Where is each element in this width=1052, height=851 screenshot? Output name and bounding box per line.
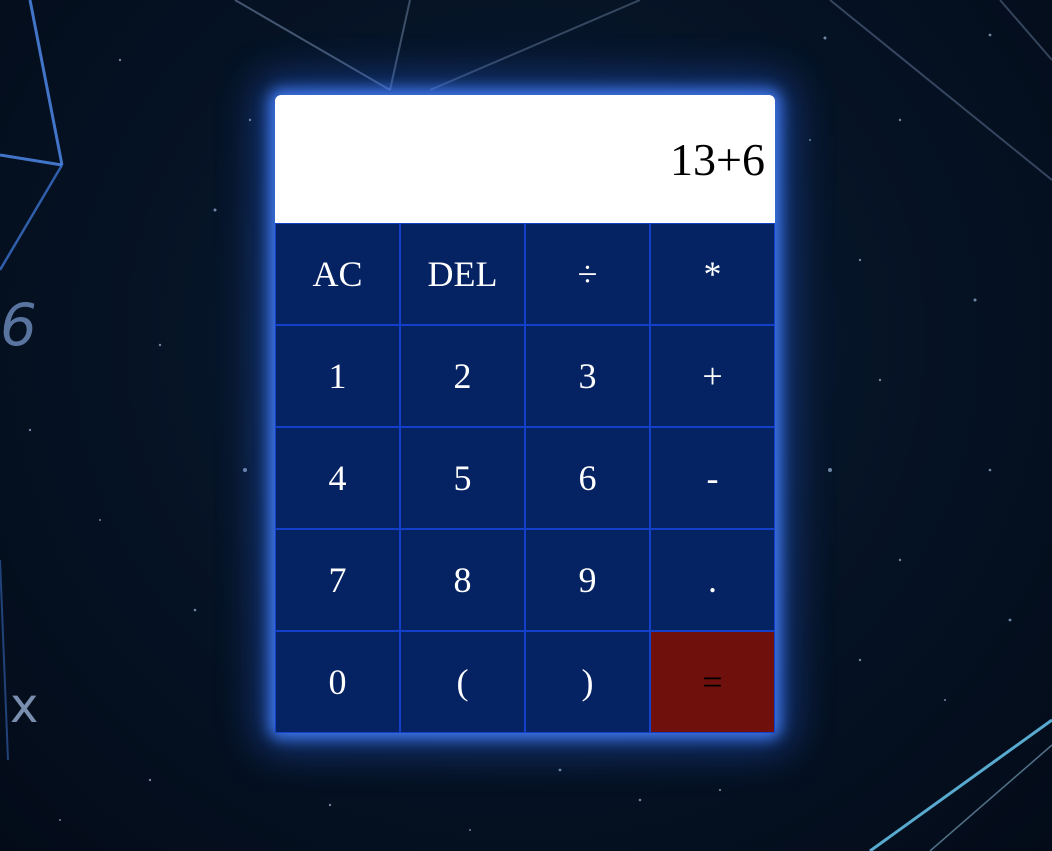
decimal-point-button[interactable]: .	[650, 529, 775, 631]
display-value: 13+6	[670, 133, 765, 185]
calculator-display: 13+6	[275, 95, 775, 223]
digit-5-button[interactable]: 5	[400, 427, 525, 529]
close-parenthesis-button[interactable]: )	[525, 631, 650, 733]
equals-button[interactable]: =	[650, 631, 775, 733]
open-parenthesis-button[interactable]: (	[400, 631, 525, 733]
digit-7-button[interactable]: 7	[275, 529, 400, 631]
calculator: 13+6 AC DEL ÷ * 1 2 3 + 4 5 6 - 7 8 9 . …	[275, 95, 775, 733]
digit-4-button[interactable]: 4	[275, 427, 400, 529]
add-button[interactable]: +	[650, 325, 775, 427]
divide-button[interactable]: ÷	[525, 223, 650, 325]
digit-1-button[interactable]: 1	[275, 325, 400, 427]
all-clear-button[interactable]: AC	[275, 223, 400, 325]
keypad: AC DEL ÷ * 1 2 3 + 4 5 6 - 7 8 9 . 0 ( )…	[275, 223, 775, 733]
delete-button[interactable]: DEL	[400, 223, 525, 325]
subtract-button[interactable]: -	[650, 427, 775, 529]
digit-9-button[interactable]: 9	[525, 529, 650, 631]
digit-0-button[interactable]: 0	[275, 631, 400, 733]
multiply-button[interactable]: *	[650, 223, 775, 325]
digit-2-button[interactable]: 2	[400, 325, 525, 427]
digit-6-button[interactable]: 6	[525, 427, 650, 529]
digit-8-button[interactable]: 8	[400, 529, 525, 631]
digit-3-button[interactable]: 3	[525, 325, 650, 427]
doodle-six: 6	[0, 291, 37, 359]
doodle-cross: x	[10, 678, 38, 734]
